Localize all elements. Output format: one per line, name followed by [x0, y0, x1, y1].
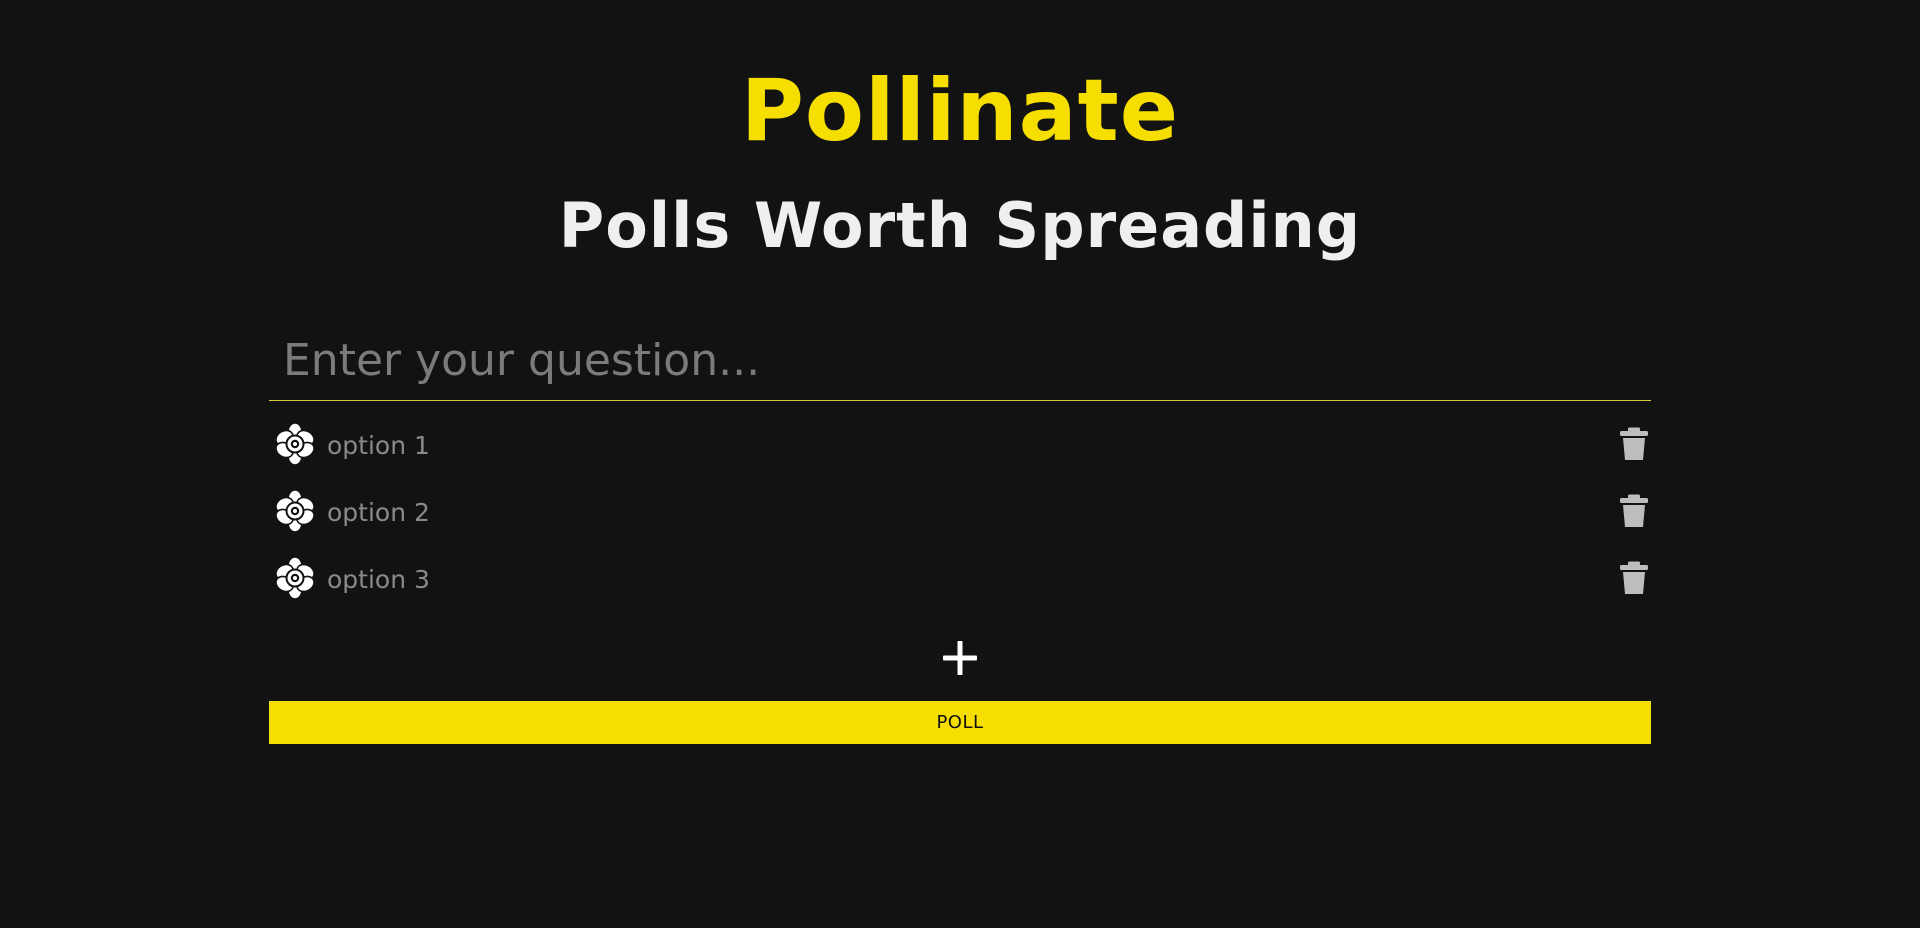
poll-form: POLL — [269, 320, 1651, 744]
question-input[interactable] — [269, 320, 1651, 400]
option-row — [269, 548, 1651, 615]
trash-icon[interactable] — [1619, 561, 1649, 595]
option-list — [269, 414, 1651, 615]
question-field-wrapper — [269, 320, 1651, 401]
poll-submit-button[interactable]: POLL — [269, 701, 1651, 744]
add-option-button[interactable] — [923, 635, 997, 681]
flower-icon — [275, 490, 315, 532]
trash-icon[interactable] — [1619, 427, 1649, 461]
option-input-1[interactable] — [327, 426, 1327, 464]
app-page: Pollinate Polls Worth Spreading Enter yo… — [0, 0, 1920, 928]
option-input-2[interactable] — [327, 493, 1327, 531]
option-row — [269, 414, 1651, 481]
option-row — [269, 481, 1651, 548]
option-input-3[interactable] — [327, 560, 1327, 598]
flower-icon — [275, 557, 315, 599]
app-subtitle: Polls Worth Spreading — [558, 189, 1362, 262]
app-title: Pollinate — [740, 61, 1180, 161]
flower-icon — [275, 423, 315, 465]
trash-icon[interactable] — [1619, 494, 1649, 528]
plus-icon — [943, 641, 977, 675]
